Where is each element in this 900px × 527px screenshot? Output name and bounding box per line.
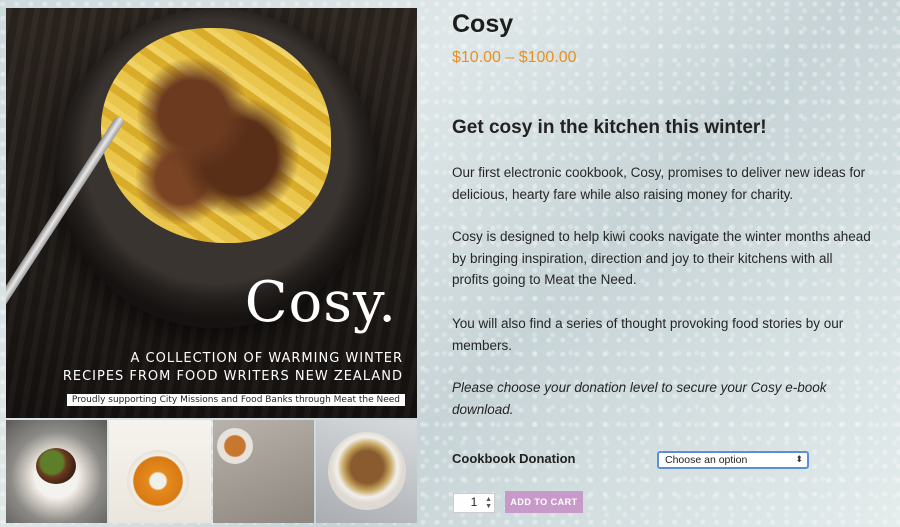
cover-title: Cosy.: [244, 270, 397, 335]
quantity-stepper[interactable]: 1 ▲ ▼: [453, 493, 495, 513]
description-paragraph: Our first electronic cookbook, Cosy, pro…: [452, 165, 866, 202]
description-paragraph: Cosy is designed to help kiwi cooks navi…: [452, 229, 871, 287]
cover-banner: Proudly supporting City Missions and Foo…: [66, 394, 405, 406]
description-paragraph: You will also find a series of thought p…: [452, 316, 844, 353]
add-to-cart-button[interactable]: ADD TO CART: [505, 491, 583, 513]
gallery-thumbnail[interactable]: [212, 420, 314, 523]
gallery-thumbnail[interactable]: [109, 420, 211, 523]
stepper-icon[interactable]: ▲ ▼: [485, 496, 492, 510]
thumbnail-gallery: [6, 420, 417, 523]
cover-subtitle-line: A COLLECTION OF WARMING WINTER: [130, 351, 403, 366]
chevron-updown-icon: ⬍: [795, 454, 803, 464]
quantity-value: 1: [470, 495, 478, 509]
cover-subtitle: A COLLECTION OF WARMING WINTER RECIPES F…: [6, 350, 403, 386]
gallery-thumbnail[interactable]: [6, 420, 108, 523]
donation-select[interactable]: Choose an option ⬍: [657, 451, 809, 469]
donation-instruction: Please choose your donation level to sec…: [452, 380, 827, 417]
product-subheading: Get cosy in the kitchen this winter!: [452, 117, 767, 138]
product-main-image[interactable]: Cosy. A COLLECTION OF WARMING WINTER REC…: [6, 8, 417, 418]
cover-subtitle-line: RECIPES FROM FOOD WRITERS NEW ZEALAND: [62, 369, 403, 384]
product-title: Cosy: [452, 10, 514, 38]
gallery-thumbnail[interactable]: [315, 420, 417, 523]
product-price: $10.00 – $100.00: [452, 49, 577, 66]
donation-select-value: Choose an option: [665, 454, 748, 466]
variation-label: Cookbook Donation: [452, 451, 576, 466]
